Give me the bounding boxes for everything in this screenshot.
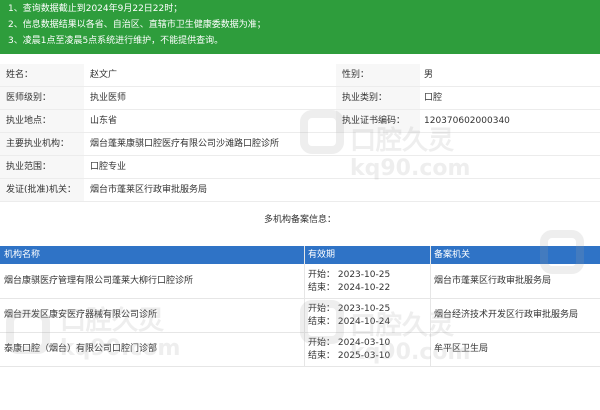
- end-date: 结束： 2024-10-24: [308, 317, 391, 327]
- info-row-issuer: 发证(批准)机关： 烟台市蓬莱区行政审批服务局: [0, 179, 600, 202]
- info-row-location: 执业地点： 山东省 执业证书编码： 120370602000340: [0, 110, 600, 133]
- label-level: 医师级别：: [0, 87, 84, 109]
- start-date: 开始： 2023-10-25: [308, 270, 391, 280]
- value-issuer: 烟台市蓬莱区行政审批服务局: [90, 185, 208, 195]
- institution-name: 烟台康骐医疗管理有限公司蓬莱大柳行口腔诊所: [4, 276, 194, 286]
- value-level: 执业医师: [90, 93, 127, 103]
- doctor-info-table: 姓名： 赵文广 性别： 男 医师级别： 执业医师 执业类别： 口腔 执业地点： …: [0, 64, 600, 202]
- multi-institution-title: 多机构备案信息：: [263, 215, 336, 225]
- end-date: 结束： 2024-10-22: [308, 283, 391, 293]
- label-category: 执业类别：: [336, 87, 420, 109]
- info-row-scope: 执业范围： 口腔专业: [0, 156, 600, 179]
- start-date: 开始： 2023-10-25: [308, 304, 391, 314]
- value-certificate: 120370602000340: [424, 116, 510, 126]
- value-scope: 口腔专业: [90, 162, 127, 172]
- info-row-institution: 主要执业机构： 烟台蓬莱康骐口腔医疗有限公司沙滩路口腔诊所: [0, 133, 600, 156]
- institution-name: 烟台开发区康安医疗器械有限公司诊所: [4, 310, 158, 320]
- filing-authority: 烟台经济技术开发区行政审批服务局: [434, 310, 579, 320]
- notice-line: 2、信息数据结果以各省、自治区、直辖市卫生健康委数据为准；: [8, 20, 266, 30]
- value-name: 赵文广: [90, 70, 118, 80]
- label-certificate: 执业证书编码：: [336, 110, 420, 132]
- header-name: 机构名称: [4, 250, 41, 260]
- column-divider: [304, 246, 305, 366]
- info-row-name: 姓名： 赵文广 性别： 男: [0, 64, 600, 87]
- label-location: 执业地点：: [0, 110, 84, 132]
- info-row-level: 医师级别： 执业医师 执业类别： 口腔: [0, 87, 600, 110]
- value-location: 山东省: [90, 116, 118, 126]
- table-row: 泰康口腔（烟台）有限公司口腔门诊部 开始： 2024-03-10 结束： 202…: [0, 332, 600, 367]
- end-date: 结束： 2025-03-10: [308, 351, 391, 361]
- label-issuer: 发证(批准)机关：: [0, 179, 84, 201]
- start-date: 开始： 2024-03-10: [308, 338, 391, 348]
- value-category: 口腔: [424, 93, 443, 103]
- value-institution: 烟台蓬莱康骐口腔医疗有限公司沙滩路口腔诊所: [90, 139, 280, 149]
- header-validity: 有效期: [308, 250, 336, 260]
- header-authority: 备案机关: [434, 250, 471, 260]
- filing-authority: 牟平区卫生局: [434, 344, 489, 354]
- notice-banner: 1、查询数据截止到2024年9月22日22时； 2、信息数据结果以各省、自治区、…: [0, 0, 600, 54]
- value-gender: 男: [424, 70, 434, 80]
- table-row: 烟台康骐医疗管理有限公司蓬莱大柳行口腔诊所 开始： 2023-10-25 结束：…: [0, 264, 600, 299]
- label-scope: 执业范围：: [0, 156, 84, 178]
- column-divider: [430, 246, 431, 366]
- label-name: 姓名：: [0, 64, 84, 86]
- label-institution: 主要执业机构：: [0, 133, 84, 155]
- notice-line: 1、查询数据截止到2024年9月22日22时；: [8, 4, 183, 14]
- institution-name: 泰康口腔（烟台）有限公司口腔门诊部: [4, 344, 158, 354]
- label-gender: 性别：: [336, 64, 420, 86]
- table-row: 烟台开发区康安医疗器械有限公司诊所 开始： 2023-10-25 结束： 202…: [0, 298, 600, 333]
- multi-table-header: 机构名称 有效期 备案机关: [0, 246, 600, 264]
- notice-line: 3、凌晨1点至凌晨5点系统进行维护，不能提供查询。: [8, 36, 224, 46]
- filing-authority: 烟台市蓬莱区行政审批服务局: [434, 276, 552, 286]
